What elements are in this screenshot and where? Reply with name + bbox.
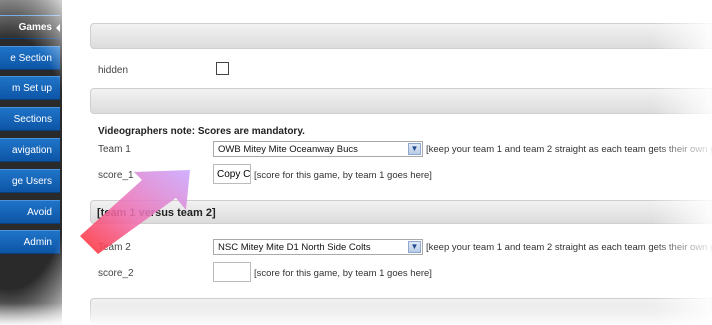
score2-hint: [score for this game, by team 1 goes her… [254,268,432,279]
sidebar-item-team-setup[interactable]: m Set up [0,76,60,100]
section-bar-team-versus: [team 1 versus team 2] [90,200,712,224]
page: Games e Section m Set up Sections avigat… [0,0,712,325]
chevron-down-icon: ▼ [408,143,421,155]
score2-input[interactable] [213,262,251,282]
team2-select[interactable]: NSC Mitey Mite D1 North Side Colts ▼ [213,239,423,255]
score1-hint: [score for this game, by team 1 goes her… [254,170,432,181]
hidden-checkbox[interactable] [216,62,229,75]
sidebar: Games e Section m Set up Sections avigat… [0,0,62,325]
team1-hint: [keep your team 1 and team 2 straight as… [426,144,712,155]
team1-label: Team 1 [98,144,131,155]
sidebar-item-avoid[interactable]: Avoid [0,200,60,224]
section-bar-bottom [90,298,712,324]
score2-label: score_2 [98,268,134,279]
sidebar-item-section[interactable]: e Section [0,46,60,70]
team1-select[interactable]: OWB Mitey Mite Oceanway Bucs ▼ [213,141,423,157]
team2-select-value: NSC Mitey Mite D1 North Side Colts [218,242,371,253]
section-title: [team 1 versus team 2] [97,207,216,219]
main-content: hidden Videographers note: Scores are ma… [78,0,712,325]
team2-label: Team 2 [98,242,131,253]
score1-input[interactable]: Copy C [213,164,251,184]
sidebar-item-games[interactable]: Games [0,15,60,39]
chevron-down-icon: ▼ [408,241,421,253]
sidebar-item-manage-users[interactable]: ge Users [0,169,60,193]
team2-hint: [keep your team 1 and team 2 straight as… [426,242,712,253]
hidden-label: hidden [98,65,129,76]
team1-select-value: OWB Mitey Mite Oceanway Bucs [218,144,358,155]
section-bar-top [90,23,712,49]
videographers-note: Videographers note: Scores are mandatory… [98,126,305,137]
sidebar-item-navigation[interactable]: avigation [0,138,60,162]
section-bar-middle [90,88,712,114]
sidebar-item-sections[interactable]: Sections [0,107,60,131]
sidebar-item-admin[interactable]: Admin [0,230,60,254]
score1-label: score_1 [98,170,134,181]
